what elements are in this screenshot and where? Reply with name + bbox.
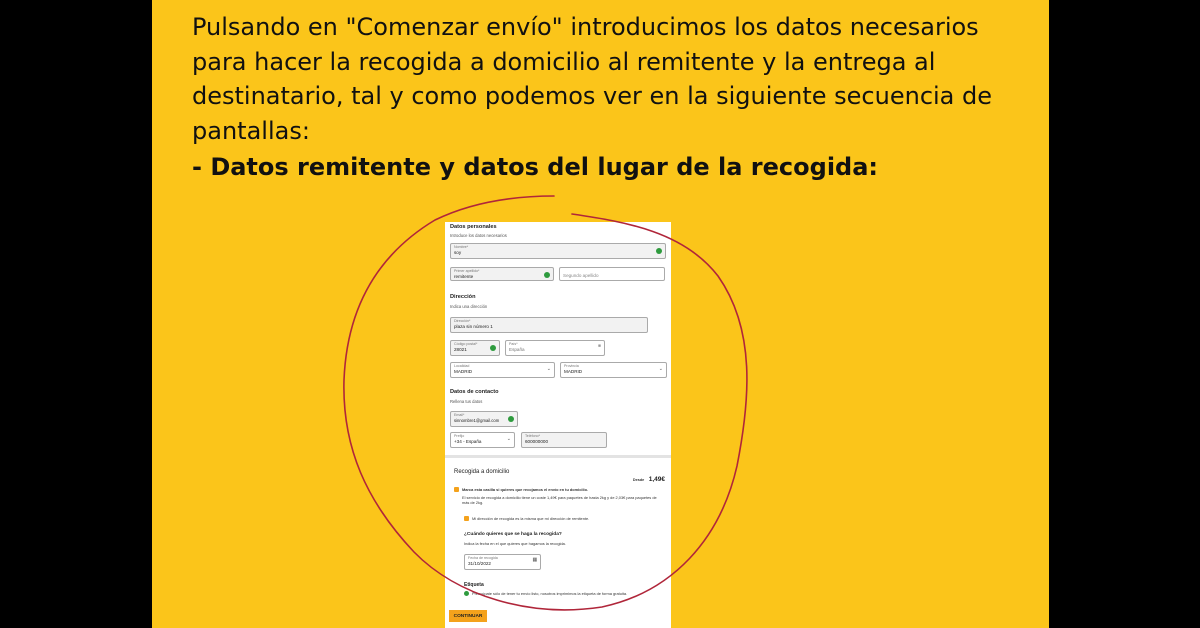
hand-drawn-circle-annotation	[343, 195, 748, 611]
slide: Pulsando en "Comenzar envío" introducimo…	[152, 0, 1049, 628]
